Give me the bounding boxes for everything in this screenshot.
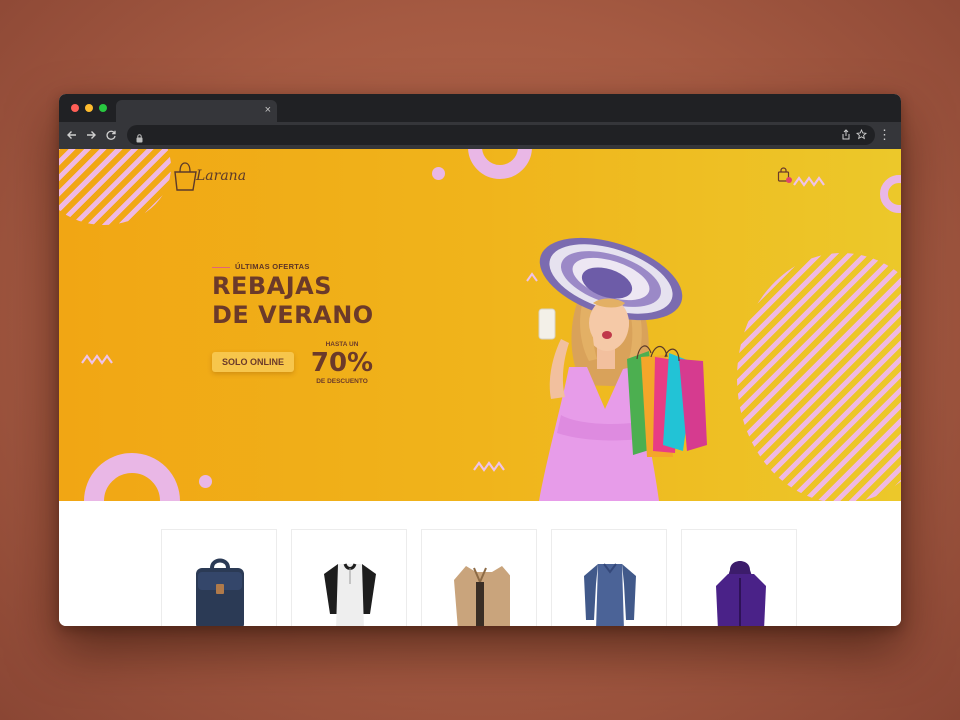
hero-headline: REBAJAS DE VERANO <box>212 272 472 330</box>
dot-decoration <box>432 167 445 180</box>
product-card[interactable] <box>681 529 797 626</box>
tab-strip: × <box>59 94 901 122</box>
maximize-window-button[interactable] <box>99 104 107 112</box>
hero-banner: Larana ÚLTIMAS OFERTAS REBAJAS DE VERANO… <box>59 149 901 501</box>
discount-percent: 70% <box>310 348 374 378</box>
bookmark-star-icon[interactable] <box>855 128 868 144</box>
zigzag-decoration <box>793 176 825 187</box>
tab-close-icon[interactable]: × <box>265 103 271 117</box>
headline-line-1: REBAJAS <box>212 272 333 300</box>
striped-circle-decoration <box>737 253 901 501</box>
browser-menu-icon[interactable]: ⋮ <box>878 127 891 143</box>
eyebrow-label: ÚLTIMAS OFERTAS <box>212 262 310 271</box>
minimize-window-button[interactable] <box>85 104 93 112</box>
headline-line-2: DE VERANO <box>212 301 374 329</box>
ring-decoration <box>84 453 180 501</box>
product-grid <box>161 529 801 626</box>
backpack-icon <box>196 558 244 626</box>
close-window-button[interactable] <box>71 104 79 112</box>
product-card[interactable] <box>291 529 407 626</box>
dot-decoration <box>199 475 212 488</box>
zigzag-decoration <box>81 354 113 365</box>
share-icon[interactable] <box>841 129 851 144</box>
solo-online-badge[interactable]: SOLO ONLINE <box>212 352 294 372</box>
ring-decoration <box>880 175 901 213</box>
browser-tab[interactable]: × <box>116 100 277 122</box>
product-card[interactable] <box>551 529 667 626</box>
henley-shirt-icon <box>324 563 376 626</box>
lock-icon <box>136 130 143 148</box>
hooded-jacket-icon <box>716 561 766 626</box>
product-card[interactable] <box>421 529 537 626</box>
striped-circle-decoration <box>59 149 171 225</box>
brand-logo[interactable]: Larana <box>172 159 246 193</box>
page-viewport: Larana ÚLTIMAS OFERTAS REBAJAS DE VERANO… <box>59 149 901 626</box>
arrow-right-icon[interactable] <box>84 128 98 142</box>
ring-decoration <box>468 149 532 179</box>
descuento-label: DE DESCUENTO <box>316 378 368 385</box>
arrow-left-icon[interactable] <box>65 128 79 142</box>
jacket-icon <box>454 566 510 626</box>
browser-toolbar: ⋮ <box>59 122 901 149</box>
address-bar[interactable] <box>127 125 875 145</box>
long-sleeve-shirt-icon <box>584 563 636 626</box>
cart-button[interactable] <box>777 167 793 185</box>
browser-window: × ⋮ Larana ÚLTIMAS OFERTAS REBAJAS DE VE… <box>59 94 901 626</box>
shopping-bag-icon <box>777 167 792 183</box>
product-card[interactable] <box>161 529 277 626</box>
reload-icon[interactable] <box>104 128 118 142</box>
brand-name: Larana <box>196 168 247 184</box>
eyebrow-text: ÚLTIMAS OFERTAS <box>235 262 310 271</box>
shopping-model-image <box>538 237 707 501</box>
eyebrow-line <box>212 266 230 268</box>
